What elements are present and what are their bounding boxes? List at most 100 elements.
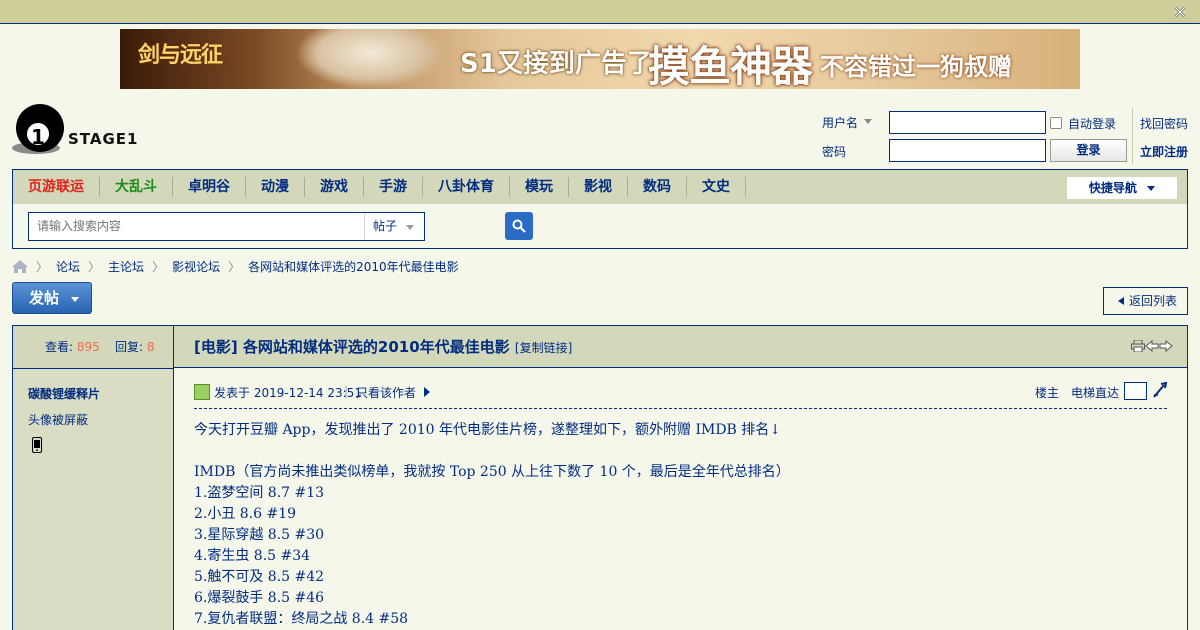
play-icon	[424, 387, 430, 397]
search-type-select[interactable]: 帖子	[364, 213, 424, 240]
auto-login-checkbox[interactable]	[1050, 117, 1062, 129]
back-to-list-label: 返回列表	[1129, 294, 1178, 308]
views-count: 895	[76, 340, 100, 354]
author-name[interactable]: 碳酸锂缓释片	[28, 385, 100, 402]
thread-stats: 查看: 895 回复: 8	[45, 338, 155, 355]
new-post-button[interactable]: 发帖	[12, 282, 92, 314]
only-author-link[interactable]: 只看该作者	[356, 384, 416, 401]
login-button[interactable]: 登录	[1050, 139, 1127, 162]
post-meta: 发表于 2019-12-14 23:51 | 只看该作者 楼主 电梯直达	[194, 381, 1168, 408]
post-spacer	[194, 441, 1167, 462]
thread-title-cell: [电影] 各网站和媒体评选的2010年代最佳电影 [复制链接]	[174, 326, 1187, 368]
nav-item[interactable]: 八卦体育	[423, 177, 510, 197]
print-icon[interactable]	[1131, 340, 1145, 352]
ad-banner[interactable]: 剑与远征 S1又接到广告了 摸鱼神器 不容错过一狗叔赠	[120, 29, 1080, 89]
go-icon[interactable]	[1152, 381, 1168, 399]
logo-text: STAGE1	[68, 130, 139, 148]
banner-character	[295, 29, 445, 89]
post-list-item: 7.复仇者联盟：终局之战 8.4 #58	[194, 611, 409, 627]
login-divider	[1132, 108, 1133, 164]
search-type-label: 帖子	[373, 219, 398, 233]
username-label[interactable]: 用户名	[822, 114, 858, 131]
main-nav: 页游联运大乱斗卓明谷动漫游戏手游八卦体育模玩影视数码文史 快捷导航 帖子	[12, 169, 1188, 249]
nav-item[interactable]: 手游	[364, 177, 423, 197]
caret-down-icon	[71, 297, 79, 302]
new-post-label: 发帖	[29, 289, 60, 307]
nav-item[interactable]: 大乱斗	[100, 177, 173, 197]
post-content: 发表于 2019-12-14 23:51 | 只看该作者 楼主 电梯直达 今天打…	[174, 368, 1187, 630]
chevron-down-icon	[864, 119, 872, 124]
post-time: 发表于 2019-12-14 23:51	[214, 386, 362, 400]
copy-link[interactable]: [复制链接]	[515, 341, 572, 355]
jump-floor-label: 电梯直达	[1071, 386, 1120, 400]
banner-text-a: S1又接到广告了	[460, 49, 653, 79]
views-label: 查看:	[45, 340, 74, 354]
breadcrumb-separator: 〉	[152, 259, 165, 274]
logo-number: 1	[24, 120, 52, 149]
banner-text-b: 摸鱼神器	[648, 42, 813, 89]
thread-title: [电影] 各网站和媒体评选的2010年代最佳电影 [复制链接]	[194, 336, 572, 357]
close-icon[interactable]	[1172, 4, 1188, 20]
search-icon	[512, 219, 526, 233]
password-label: 密码	[822, 145, 847, 159]
game-logo: 剑与远征	[138, 42, 223, 68]
breadcrumb-separator: 〉	[36, 259, 49, 274]
back-to-list-button[interactable]: 返回列表	[1103, 287, 1188, 315]
prev-thread-icon[interactable]	[1145, 340, 1159, 352]
post-list-item: 3.星际穿越 8.5 #30	[194, 527, 325, 543]
register-link[interactable]: 立即注册	[1140, 143, 1188, 160]
home-icon[interactable]	[12, 259, 28, 273]
post-list-item: 2.小丑 8.6 #19	[194, 506, 297, 522]
mobile-icon	[32, 437, 42, 453]
nav-item[interactable]: 动漫	[246, 177, 305, 197]
nav-item[interactable]: 模玩	[510, 177, 569, 197]
floor-label: 楼主	[1035, 386, 1060, 400]
breadcrumb-forum[interactable]: 论坛	[56, 258, 80, 275]
post-list-item: 5.触不可及 8.5 #42	[194, 569, 325, 585]
nav-item[interactable]: 文史	[687, 177, 746, 197]
breadcrumb-main-forum[interactable]: 主论坛	[108, 258, 144, 275]
password-input[interactable]	[889, 139, 1046, 162]
thread-stats-cell: 查看: 895 回复: 8	[13, 326, 174, 368]
nav-items: 页游联运 大乱斗 卓明谷 动漫 游戏 手游 八卦体育 模玩 影视 数码 文史	[13, 170, 746, 204]
breadcrumb-separator: 〉	[228, 259, 241, 274]
replies-label: 回复:	[115, 340, 144, 354]
avatar-masked-text: 头像被屏蔽	[28, 413, 89, 427]
nav-item[interactable]: 影视	[569, 177, 628, 197]
login-form: 用户名 自动登录 密码 登录 找回密码 立即注册	[800, 108, 1200, 168]
thread-title-text: [电影] 各网站和媒体评选的2010年代最佳电影	[194, 338, 510, 356]
author-sidebar: 碳酸锂缓释片 头像被屏蔽	[13, 368, 174, 630]
caret-left-icon	[1118, 297, 1124, 305]
top-bar	[0, 0, 1200, 24]
nav-item[interactable]: 卓明谷	[173, 177, 246, 197]
post-paragraph: IMDB（官方尚未推出类似榜单，我就按 Top 250 从上往下数了 10 个，…	[194, 464, 790, 480]
meta-divider-line	[194, 408, 1167, 409]
floor-input[interactable]	[1124, 382, 1147, 400]
nav-item[interactable]: 数码	[628, 177, 687, 197]
search-box: 帖子	[28, 212, 434, 241]
banner-text-c: 不容错过一狗叔赠	[820, 53, 1012, 81]
post-paragraph: 今天打开豆瓣 App，发现推出了 2010 年代电影佳片榜，遂整理如下，额外附赠…	[194, 422, 782, 438]
caret-down-icon	[1147, 186, 1156, 191]
chevron-down-icon	[406, 225, 414, 230]
nav-item[interactable]: 页游联运	[13, 177, 100, 197]
quick-nav-button[interactable]: 快捷导航	[1066, 176, 1178, 200]
post-list-item: 4.寄生虫 8.5 #34	[194, 548, 311, 564]
breadcrumb-thread[interactable]: 各网站和媒体评选的2010年代最佳电影	[248, 258, 459, 275]
replies-count: 8	[146, 340, 155, 354]
breadcrumb: 〉 论坛 〉 主论坛 〉 影视论坛 〉 各网站和媒体评选的2010年代最佳电影	[12, 258, 459, 274]
search-button[interactable]	[505, 212, 533, 240]
post-body: 今天打开豆瓣 App，发现推出了 2010 年代电影佳片榜，遂整理如下，额外附赠…	[194, 420, 1167, 630]
breadcrumb-film-forum[interactable]: 影视论坛	[172, 258, 220, 275]
next-thread-icon[interactable]	[1159, 340, 1173, 352]
username-input[interactable]	[889, 111, 1046, 134]
online-status-icon	[194, 384, 210, 400]
breadcrumb-separator: 〉	[88, 259, 101, 274]
find-password-link[interactable]: 找回密码	[1140, 115, 1188, 132]
thread-tools	[1131, 340, 1173, 352]
site-logo[interactable]: 1 STAGE1	[12, 104, 142, 156]
post-list-item: 1.盗梦空间 8.7 #13	[194, 485, 325, 501]
auto-login-label[interactable]: 自动登录	[1068, 115, 1116, 132]
post-list-item: 6.爆裂鼓手 8.5 #46	[194, 590, 325, 606]
nav-item[interactable]: 游戏	[305, 177, 364, 197]
